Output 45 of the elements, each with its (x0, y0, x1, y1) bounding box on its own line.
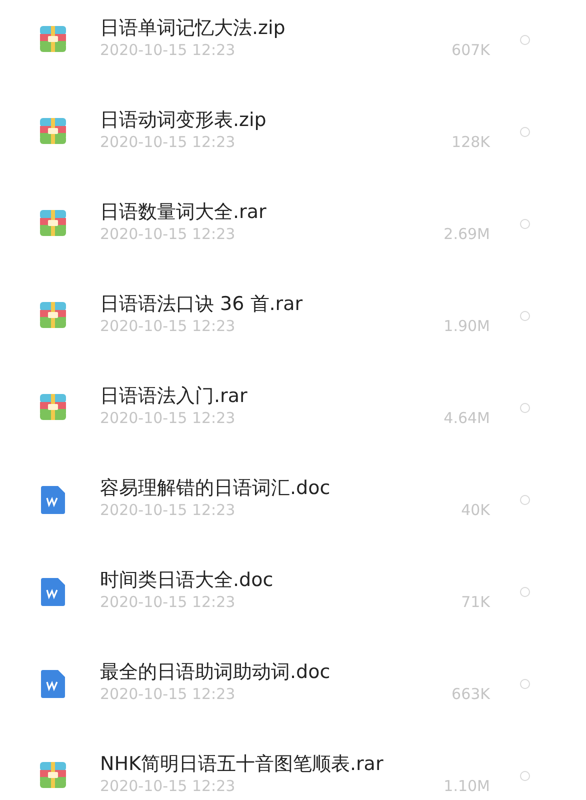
file-date: 2020-10-15 12:23 (100, 684, 236, 704)
select-radio[interactable] (520, 587, 530, 597)
file-date: 2020-10-15 12:23 (100, 40, 236, 60)
select-radio[interactable] (520, 403, 530, 413)
archive-icon (40, 210, 66, 236)
file-name: 日语单词记忆大法.zip (100, 16, 286, 40)
file-date: 2020-10-15 12:23 (100, 408, 236, 428)
file-size: 663K (452, 684, 490, 704)
file-name: 日语语法口诀 36 首.rar (100, 292, 303, 316)
select-radio[interactable] (520, 311, 530, 321)
file-size: 2.69M (444, 224, 490, 244)
archive-icon (40, 394, 66, 420)
archive-icon (40, 118, 66, 144)
file-name: 时间类日语大全.doc (100, 568, 274, 592)
archive-icon (40, 302, 66, 328)
file-date: 2020-10-15 12:23 (100, 500, 236, 520)
file-date: 2020-10-15 12:23 (100, 224, 236, 244)
select-radio[interactable] (520, 495, 530, 505)
file-size: 607K (452, 40, 490, 60)
file-name: NHK简明日语五十音图笔顺表.rar (100, 752, 384, 776)
file-size: 128K (452, 132, 490, 152)
file-name: 容易理解错的日语词汇.doc (100, 476, 330, 500)
file-date: 2020-10-15 12:23 (100, 592, 236, 612)
archive-icon (40, 26, 66, 52)
select-radio[interactable] (520, 127, 530, 137)
select-radio[interactable] (520, 219, 530, 229)
file-date: 2020-10-15 12:23 (100, 776, 236, 796)
select-radio[interactable] (520, 35, 530, 45)
word-document-icon (41, 670, 65, 698)
file-date: 2020-10-15 12:23 (100, 316, 236, 336)
file-size: 40K (461, 500, 490, 520)
file-name: 日语语法入门.rar (100, 384, 248, 408)
file-name: 日语动词变形表.zip (100, 108, 266, 132)
file-size: 1.90M (444, 316, 490, 336)
file-size: 4.64M (444, 408, 490, 428)
file-name: 最全的日语助词助动词.doc (100, 660, 330, 684)
file-size: 1.10M (444, 776, 490, 796)
select-radio[interactable] (520, 679, 530, 689)
file-size: 71K (461, 592, 490, 612)
file-date: 2020-10-15 12:23 (100, 132, 236, 152)
file-name: 日语数量词大全.rar (100, 200, 266, 224)
word-document-icon (41, 486, 65, 514)
archive-icon (40, 762, 66, 788)
word-document-icon (41, 578, 65, 606)
select-radio[interactable] (520, 771, 530, 781)
